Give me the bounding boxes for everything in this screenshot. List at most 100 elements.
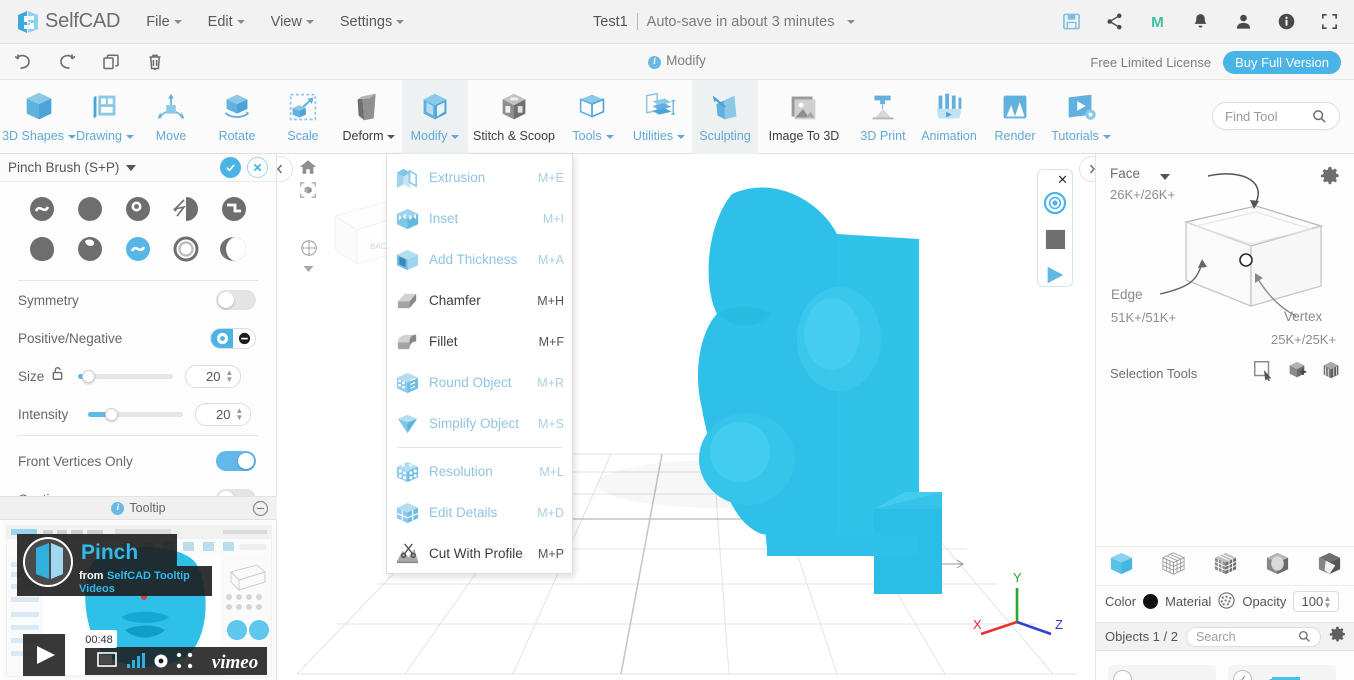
- toolbar-utilities[interactable]: Utilities: [626, 80, 692, 154]
- menu-item-edit-details[interactable]: Edit Details M+D: [387, 492, 572, 533]
- box-select-icon[interactable]: [1286, 359, 1308, 386]
- stepper-icon[interactable]: ▲▼: [1323, 595, 1331, 609]
- intensity-slider[interactable]: [88, 412, 183, 417]
- symmetry-toggle[interactable]: [216, 290, 256, 310]
- fullscreen-icon[interactable]: [1318, 10, 1340, 32]
- orbit-dropdown-icon[interactable]: [303, 260, 314, 278]
- object-card-shape[interactable]: ✓ shape_1: [1228, 665, 1336, 680]
- lock-icon[interactable]: [51, 366, 64, 386]
- negative-option[interactable]: [233, 329, 255, 348]
- chevron-down-icon[interactable]: [1160, 174, 1170, 180]
- color-swatch[interactable]: [1143, 594, 1158, 609]
- solid-mode-icon[interactable]: [1108, 550, 1135, 582]
- toolbar-stitch-scoop[interactable]: Stitch & Scoop: [468, 80, 560, 154]
- brush-pull-icon[interactable]: [171, 194, 201, 224]
- collapse-tooltip-button[interactable]: [253, 501, 268, 516]
- menu-item-chamfer[interactable]: Chamfer M+H: [387, 280, 572, 321]
- object-thumbnail[interactable]: ✓: [1228, 665, 1336, 680]
- menu-item-fillet[interactable]: Fillet M+F: [387, 321, 572, 362]
- buy-full-version-button[interactable]: Buy Full Version: [1223, 51, 1341, 74]
- menu-file[interactable]: File: [146, 14, 181, 30]
- gear-icon[interactable]: [1320, 166, 1340, 191]
- transparent-mode-icon[interactable]: [1264, 550, 1291, 582]
- info-icon[interactable]: [1275, 10, 1297, 32]
- brush-flatten-icon[interactable]: [75, 234, 105, 264]
- chevron-down-icon: [174, 20, 182, 24]
- menu-item-cut-with-profile[interactable]: Cut With Profile M+P: [387, 533, 572, 574]
- play-icon[interactable]: [1044, 264, 1066, 291]
- toolbar-rotate-label: Rotate: [219, 129, 256, 143]
- lasso-select-icon[interactable]: [1320, 359, 1342, 386]
- menu-item-inset[interactable]: Inset M+I: [387, 198, 572, 239]
- menu-item-round-object[interactable]: Round Object M+R: [387, 362, 572, 403]
- brush-pinch-icon[interactable]: [123, 234, 153, 264]
- confirm-button[interactable]: [220, 157, 241, 178]
- stepper-icon[interactable]: ▲▼: [235, 407, 243, 421]
- size-slider[interactable]: [78, 374, 173, 379]
- object-thumbnail[interactable]: [1108, 665, 1216, 680]
- solid-wire-mode-icon[interactable]: [1212, 550, 1239, 582]
- autosave-status[interactable]: Auto-save in about 3 minutes: [647, 14, 835, 30]
- mailchimp-icon[interactable]: M: [1146, 10, 1168, 32]
- fit-to-view-icon[interactable]: [299, 181, 317, 204]
- home-icon[interactable]: [299, 158, 317, 181]
- app-logo[interactable]: SelfCAD: [15, 9, 120, 35]
- positive-negative-switch[interactable]: [210, 328, 256, 349]
- find-tool-input[interactable]: Find Tool: [1212, 102, 1340, 130]
- save-icon[interactable]: [1060, 10, 1082, 32]
- toolbar-tutorials[interactable]: Tutorials: [1048, 80, 1114, 154]
- menu-view[interactable]: View: [271, 14, 314, 30]
- size-value-input[interactable]: 20 ▲▼: [185, 365, 241, 388]
- brush-inflate-icon[interactable]: [123, 194, 153, 224]
- flat-mode-icon[interactable]: [1316, 550, 1343, 582]
- wireframe-mode-icon[interactable]: [1160, 550, 1187, 582]
- opacity-input[interactable]: 100 ▲▼: [1293, 591, 1339, 612]
- positive-option[interactable]: [211, 329, 233, 348]
- brush-move-icon[interactable]: [27, 234, 57, 264]
- menu-item-extrusion[interactable]: Extrusion M+E: [387, 157, 572, 198]
- toolbar-3d-print[interactable]: 3D Print: [850, 80, 916, 154]
- stepper-icon[interactable]: ▲▼: [225, 369, 233, 383]
- menu-item-simplify-object[interactable]: Simplify Object M+S: [387, 403, 572, 444]
- menu-item-resolution[interactable]: Resolution M+L: [387, 451, 572, 492]
- target-icon[interactable]: [1043, 191, 1067, 220]
- objects-settings-gear-icon[interactable]: [1329, 626, 1346, 648]
- toolbar-modify[interactable]: Modify: [402, 80, 468, 154]
- share-icon[interactable]: [1103, 10, 1125, 32]
- chevron-down-icon[interactable]: [126, 165, 136, 171]
- menu-edit[interactable]: Edit: [208, 14, 245, 30]
- square-icon[interactable]: [1045, 229, 1066, 255]
- toolbar-render[interactable]: Render: [982, 80, 1048, 154]
- brush-twist-icon[interactable]: [219, 194, 249, 224]
- toolbar-rotate[interactable]: Rotate: [204, 80, 270, 154]
- toolbar-image-to-3d[interactable]: Image To 3D: [758, 80, 850, 154]
- toolbar-deform[interactable]: Deform: [336, 80, 402, 154]
- toolbar-animation[interactable]: Animation: [916, 80, 982, 154]
- intensity-value-input[interactable]: 20 ▲▼: [195, 403, 251, 426]
- brush-drag-icon[interactable]: [27, 194, 57, 224]
- rect-select-icon[interactable]: [1252, 359, 1274, 386]
- collapse-left-panel-button[interactable]: [277, 156, 293, 182]
- bell-icon[interactable]: [1189, 10, 1211, 32]
- toolbar-tools[interactable]: Tools: [560, 80, 626, 154]
- menu-settings[interactable]: Settings: [340, 14, 404, 30]
- close-icon[interactable]: ✕: [1057, 172, 1068, 188]
- tooltip-video[interactable]: Pinch from SelfCAD Tooltip Videos 00:48: [3, 522, 275, 680]
- toolbar-drawing[interactable]: Drawing: [72, 80, 138, 154]
- toolbar-scale[interactable]: Scale: [270, 80, 336, 154]
- menu-item-add-thickness[interactable]: Add Thickness M+A: [387, 239, 572, 280]
- cancel-button[interactable]: [247, 157, 268, 178]
- material-icon[interactable]: [1218, 592, 1235, 612]
- toolbar-move[interactable]: Move: [138, 80, 204, 154]
- toolbar-3d-shapes[interactable]: 3D Shapes: [6, 80, 72, 154]
- brush-clay-icon[interactable]: [75, 194, 105, 224]
- modify-icon: [416, 87, 454, 127]
- user-icon[interactable]: [1232, 10, 1254, 32]
- chevron-down-icon[interactable]: [847, 20, 855, 24]
- brush-smooth-icon[interactable]: [219, 234, 249, 264]
- toolbar-sculpting[interactable]: Sculpting: [692, 80, 758, 154]
- brush-crease-icon[interactable]: [171, 234, 201, 264]
- objects-search-input[interactable]: Search: [1186, 627, 1321, 647]
- object-card-mesh[interactable]: mesh_56: [1108, 665, 1216, 680]
- front-vertices-toggle[interactable]: [216, 451, 256, 471]
